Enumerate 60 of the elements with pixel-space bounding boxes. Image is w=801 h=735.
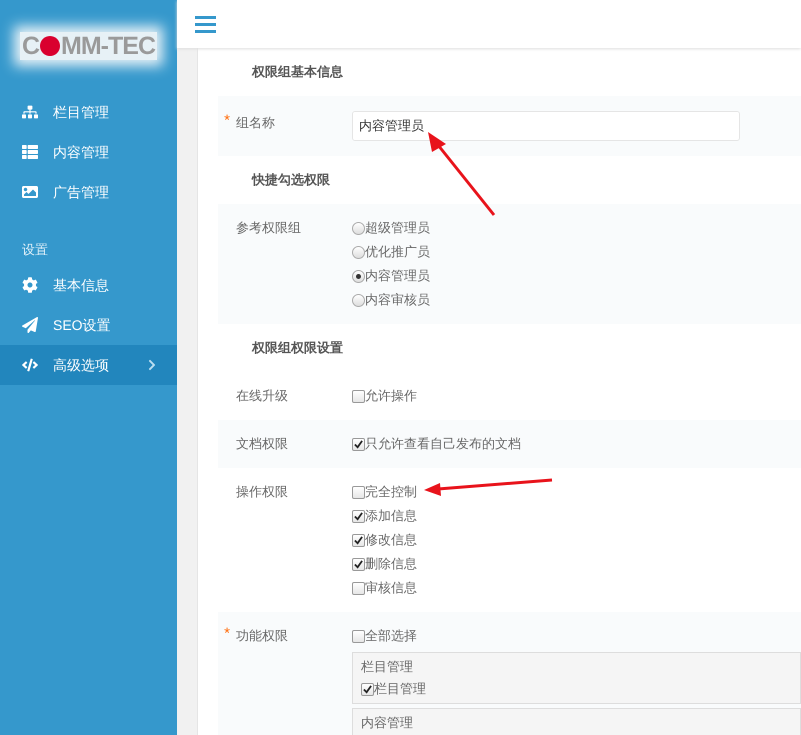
required-mark: * [223,111,231,131]
required-mark: * [223,624,231,644]
checkbox-label: 允许操作 [365,387,417,406]
checkbox-label: 栏目管理 [374,680,426,698]
checkbox-label: 全部选择 [365,627,417,646]
checkbox-label: 审核信息 [365,579,417,598]
radio-label: 内容管理员 [365,267,430,286]
paper-plane-icon [22,317,38,333]
check-icon [354,440,363,448]
radio-button[interactable] [352,222,365,234]
section-title: 权限组基本信息 [252,63,343,82]
sidebar-item[interactable]: 高级选项 [0,345,177,385]
checkbox[interactable] [352,390,365,402]
checkbox-label: 添加信息 [365,507,417,526]
field-label: 在线升级 [236,387,288,405]
sidebar-item[interactable]: SEO设置 [0,305,177,345]
sidebar-item[interactable]: 基本信息 [0,265,177,305]
field-label: 操作权限 [236,483,288,501]
list-icon [22,144,38,160]
menu-icon[interactable] [195,16,216,32]
sidebar-item[interactable]: 广告管理 [0,172,177,212]
gear-icon [22,277,38,293]
sidebar-item[interactable]: 栏目管理 [0,92,177,132]
radio-button[interactable] [352,246,365,258]
check-icon [354,512,363,520]
checkbox[interactable] [352,582,365,594]
sidebar-item[interactable]: 内容管理 [0,132,177,172]
radio-label: 内容审核员 [365,291,430,310]
field-label: 参考权限组 [236,219,301,237]
radio-label: 超级管理员 [365,219,430,238]
checkbox[interactable] [352,510,365,522]
section-title: 权限组权限设置 [252,339,343,358]
section-title: 快捷勾选权限 [252,171,330,190]
checkbox-label: 修改信息 [365,531,417,550]
check-icon [354,560,363,568]
checkbox-label: 删除信息 [365,555,417,574]
logo: C MM-TEC [20,32,158,60]
sitemap-icon [22,104,38,120]
check-icon [363,684,372,694]
field-label: 组名称 [236,114,275,132]
check-icon [354,536,363,544]
panel-title: 栏目管理 [361,658,414,676]
field-label: 功能权限 [236,627,288,645]
sidebar-heading: 设置 [21,241,49,259]
radio-button[interactable] [352,270,365,282]
checkbox[interactable] [352,486,365,498]
checkbox[interactable] [352,558,365,570]
panel-title: 内容管理 [361,714,414,732]
checkbox-label: 只允许查看自己发布的文档 [365,435,521,454]
text-field[interactable]: 内容管理员 [352,111,740,141]
code-icon [22,357,38,373]
radio-button[interactable] [352,294,365,306]
radio-label: 优化推广员 [365,243,430,262]
checkbox[interactable] [352,630,365,642]
image-icon [22,184,38,200]
checkbox[interactable] [352,438,365,450]
checkbox[interactable] [352,534,365,546]
checkbox[interactable] [361,682,374,696]
checkbox-label: 完全控制 [365,483,417,502]
field-label: 文档权限 [236,435,288,453]
